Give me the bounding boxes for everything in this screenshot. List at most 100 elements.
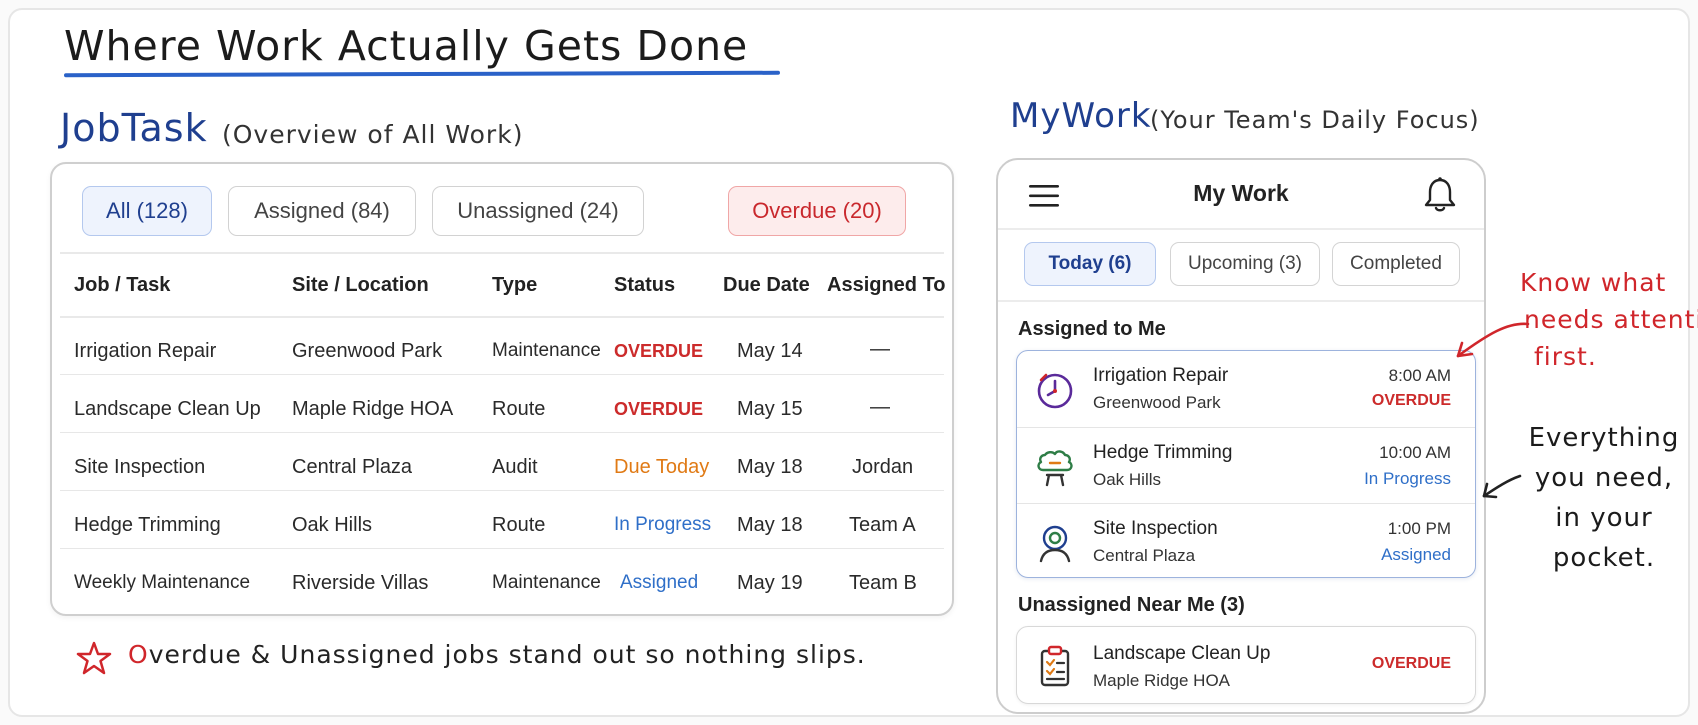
list-item[interactable]: Site Inspection Central Plaza 1:00 PM As…	[1017, 503, 1475, 579]
col-header-site[interactable]: Site / Location	[292, 274, 429, 297]
arrow-icon	[1482, 474, 1522, 499]
filter-overdue-label: Overdue (20)	[752, 198, 882, 223]
cell-job: Site Inspection	[74, 456, 206, 478]
pocket-note-line: Everything	[1528, 423, 1680, 453]
page-headline: Where Work Actually Gets Done	[64, 22, 749, 70]
list-item[interactable]: Landscape Clean Up Maple Ridge HOA OVERD…	[1017, 627, 1475, 703]
cell-assigned: Team B	[849, 572, 917, 594]
cell-site: Maple Ridge HOA	[292, 398, 454, 420]
attention-note-line: needs attention	[1524, 305, 1698, 334]
row-divider	[60, 548, 944, 549]
cell-site: Greenwood Park	[292, 340, 443, 362]
app-title: My Work	[1193, 180, 1289, 206]
footnote: Overdue & Unassigned jobs stand out so n…	[128, 640, 866, 669]
cell-type: Route	[492, 514, 546, 536]
col-header-job[interactable]: Job / Task	[74, 274, 170, 297]
section-unassigned-near-me: Unassigned Near Me (3)	[1018, 594, 1245, 616]
tab-upcoming-label: Upcoming (3)	[1187, 253, 1303, 274]
cell-site: Central Plaza	[292, 456, 413, 478]
item-site: Maple Ridge HOA	[1093, 671, 1231, 690]
cell-due: May 18	[737, 456, 803, 478]
pocket-note-line: in your	[1555, 503, 1653, 533]
item-site: Oak Hills	[1093, 470, 1162, 489]
list-item[interactable]: Hedge Trimming Oak Hills 10:00 AM In Pro…	[1017, 427, 1475, 503]
cell-due: May 18	[737, 514, 803, 536]
cell-due: May 14	[737, 340, 803, 362]
filter-overdue[interactable]: Overdue (20)	[728, 186, 906, 236]
item-title: Irrigation Repair	[1093, 365, 1229, 386]
tab-today-label: Today (6)	[1048, 253, 1132, 274]
item-site: Central Plaza	[1093, 546, 1196, 565]
inspection-icon	[1039, 525, 1071, 563]
cell-job: Irrigation Repair	[74, 340, 217, 362]
section-assigned-to-me: Assigned to Me	[1018, 318, 1166, 340]
item-title: Site Inspection	[1093, 518, 1218, 539]
hedge-trimmer-icon	[1037, 450, 1073, 487]
jobtask-subheading: (Overview of All Work)	[222, 120, 524, 149]
item-site: Greenwood Park	[1093, 393, 1221, 412]
table-top-divider	[60, 252, 944, 254]
row-divider	[60, 374, 944, 375]
status-badge: OVERDUE	[614, 399, 704, 419]
cell-due: May 15	[737, 398, 803, 420]
col-header-assigned[interactable]: Assigned To	[827, 274, 946, 297]
col-header-status[interactable]: Status	[614, 274, 675, 297]
col-header-due[interactable]: Due Date	[723, 274, 810, 297]
attention-note-line: Know what	[1520, 268, 1667, 297]
jobtask-panel: All (128) Assigned (84) Unassigned (24) …	[50, 162, 954, 616]
row-divider	[60, 432, 944, 433]
status-badge: OVERDUE	[1371, 392, 1451, 409]
bell-icon[interactable]	[1424, 176, 1456, 214]
unassigned-card: Landscape Clean Up Maple Ridge HOA OVERD…	[1016, 626, 1476, 704]
tabs-divider	[998, 300, 1484, 302]
footnote-rest: verdue & Unassigned jobs stand out so no…	[148, 640, 866, 669]
filter-assigned[interactable]: Assigned (84)	[228, 186, 416, 236]
cell-site: Oak Hills	[292, 514, 373, 536]
mywork-subheading: (Your Team's Daily Focus)	[1150, 106, 1480, 134]
assigned-card: Irrigation Repair Greenwood Park 8:00 AM…	[1016, 350, 1476, 578]
tab-completed-label: Completed	[1350, 253, 1442, 274]
status-badge: Assigned	[1381, 545, 1451, 564]
pocket-note-line: you need,	[1534, 463, 1674, 493]
tab-completed[interactable]: Completed	[1332, 242, 1460, 286]
mywork-heading: MyWork	[1010, 96, 1152, 136]
pocket-note-line: pocket.	[1552, 543, 1656, 573]
attention-note: Know what needs attention first.	[1520, 264, 1698, 375]
col-header-type[interactable]: Type	[492, 274, 537, 297]
cell-type: Audit	[492, 456, 538, 478]
cell-type: Maintenance	[492, 572, 601, 593]
footnote-lead: O	[128, 640, 149, 669]
attention-note-line: first.	[1534, 342, 1597, 371]
clock-icon	[1037, 373, 1073, 409]
list-item[interactable]: Irrigation Repair Greenwood Park 8:00 AM…	[1017, 351, 1475, 427]
status-badge: In Progress	[614, 514, 712, 535]
cell-due: May 19	[737, 572, 803, 594]
tab-today[interactable]: Today (6)	[1024, 242, 1156, 286]
cell-assigned: Team A	[849, 514, 916, 536]
item-time: 8:00 AM	[1388, 366, 1451, 385]
status-badge: In Progress	[1364, 469, 1451, 488]
cell-job: Landscape Clean Up	[74, 398, 261, 420]
filter-unassigned[interactable]: Unassigned (24)	[432, 186, 644, 236]
cell-assigned: —	[870, 338, 890, 360]
status-badge: Due Today	[614, 456, 710, 478]
filter-all[interactable]: All (128)	[82, 186, 212, 236]
cell-assigned: —	[870, 396, 890, 418]
star-icon	[76, 641, 112, 675]
cell-type: Route	[492, 398, 546, 420]
filter-all-label: All (128)	[106, 198, 188, 223]
status-badge: OVERDUE	[1371, 655, 1451, 672]
status-badge: Assigned	[620, 572, 699, 593]
clipboard-icon	[1040, 645, 1070, 687]
item-title: Hedge Trimming	[1093, 442, 1233, 463]
arrow-icon	[1456, 322, 1530, 358]
row-divider	[60, 490, 944, 491]
cell-site: Riverside Villas	[292, 572, 429, 594]
tab-upcoming[interactable]: Upcoming (3)	[1170, 242, 1320, 286]
filter-unassigned-label: Unassigned (24)	[457, 198, 619, 223]
cell-job: Hedge Trimming	[74, 514, 221, 536]
jobtask-heading: JobTask	[60, 106, 208, 150]
cell-assigned: Jordan	[852, 456, 914, 478]
app-header-divider	[998, 228, 1484, 230]
item-time: 10:00 AM	[1379, 443, 1451, 462]
